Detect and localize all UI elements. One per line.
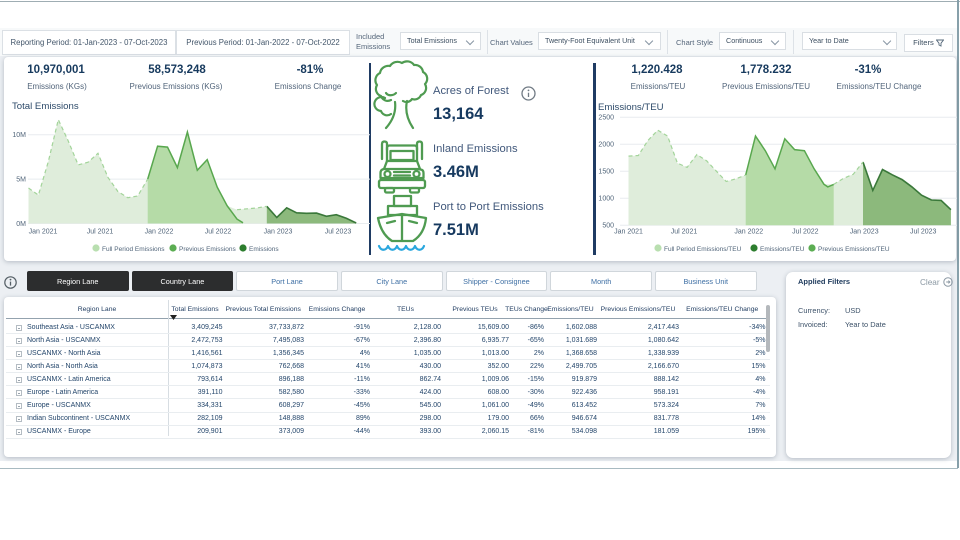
svg-text:Jul 2022: Jul 2022 bbox=[205, 229, 232, 236]
svg-text:Emissions: Emissions bbox=[249, 246, 279, 253]
svg-text:1500: 1500 bbox=[598, 169, 614, 176]
svg-text:Jan 2022: Jan 2022 bbox=[145, 229, 174, 236]
svg-text:Jan 2023: Jan 2023 bbox=[264, 229, 293, 236]
svg-text:Jul 2021: Jul 2021 bbox=[671, 229, 698, 236]
svg-text:5M: 5M bbox=[16, 177, 26, 184]
svg-text:Previous Emissions/TEU: Previous Emissions/TEU bbox=[818, 246, 890, 253]
svg-text:Jul 2022: Jul 2022 bbox=[792, 229, 819, 236]
svg-text:500: 500 bbox=[602, 223, 614, 230]
svg-text:Jan 2021: Jan 2021 bbox=[29, 229, 58, 236]
svg-text:1000: 1000 bbox=[598, 196, 614, 203]
svg-text:Jan 2023: Jan 2023 bbox=[850, 229, 879, 236]
svg-text:Jan 2021: Jan 2021 bbox=[614, 229, 643, 236]
svg-text:2000: 2000 bbox=[598, 142, 614, 149]
svg-text:2500: 2500 bbox=[598, 115, 614, 122]
svg-text:Full Period Emissions: Full Period Emissions bbox=[102, 246, 165, 253]
svg-text:Full Period Emissions/TEU: Full Period Emissions/TEU bbox=[664, 246, 742, 253]
svg-text:Jul 2023: Jul 2023 bbox=[325, 229, 352, 236]
svg-text:Previous Emissions: Previous Emissions bbox=[179, 246, 236, 253]
svg-text:Emissions/TEU: Emissions/TEU bbox=[760, 246, 805, 253]
svg-text:0M: 0M bbox=[16, 221, 26, 228]
svg-text:10M: 10M bbox=[12, 132, 26, 139]
svg-text:Jul 2021: Jul 2021 bbox=[87, 229, 114, 236]
svg-text:Jul 2023: Jul 2023 bbox=[910, 229, 937, 236]
svg-text:Jan 2022: Jan 2022 bbox=[734, 229, 763, 236]
